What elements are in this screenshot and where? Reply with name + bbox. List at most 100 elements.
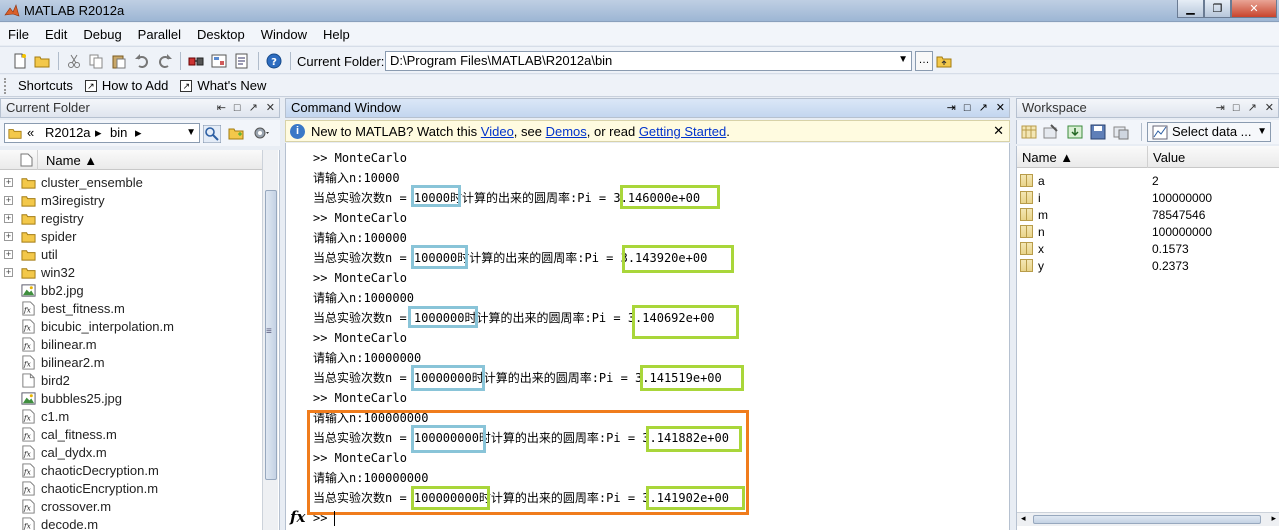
close-panel-icon[interactable]: ✕ <box>1265 99 1274 117</box>
open-variable-icon[interactable] <box>1043 124 1059 140</box>
scroll-right-icon[interactable]: ▸ <box>1271 513 1276 524</box>
restore-button[interactable]: ❐ <box>1204 0 1231 18</box>
getting-started-link[interactable]: Getting Started <box>639 124 726 139</box>
new-folder-icon[interactable] <box>228 125 244 141</box>
undock-icon[interactable]: ⇤ <box>217 99 226 117</box>
breadcrumb-bin[interactable]: bin <box>110 125 127 140</box>
cut-icon[interactable] <box>66 53 82 69</box>
folder-list-item[interactable]: + m3iregistry <box>0 192 262 210</box>
folder-list-item[interactable]: bb2.jpg <box>0 282 262 300</box>
undo-icon[interactable] <box>134 53 150 69</box>
breadcrumb-r2012a[interactable]: R2012a <box>45 125 91 140</box>
chevron-down-icon[interactable]: ▼ <box>186 127 196 138</box>
folder-list-item[interactable]: + util <box>0 246 262 264</box>
paste-icon[interactable] <box>111 53 127 69</box>
function-browser-icon[interactable]: fx <box>290 508 305 526</box>
folder-list-item[interactable]: fx decode.m <box>0 516 262 530</box>
shortcut-whats-new[interactable]: ↗ What's New <box>180 78 266 93</box>
select-data-dropdown[interactable]: Select data ... ▼ <box>1147 122 1271 142</box>
folder-list-item[interactable]: bubbles25.jpg <box>0 390 262 408</box>
folder-list-item[interactable]: fx best_fitness.m <box>0 300 262 318</box>
workspace-variable-row[interactable]: m 78547546 <box>1017 206 1279 223</box>
maximize-icon[interactable]: □ <box>964 99 971 117</box>
menu-desktop[interactable]: Desktop <box>189 27 253 42</box>
column-value-header[interactable]: Value <box>1153 150 1185 165</box>
folder-list-item[interactable]: fx bilinear.m <box>0 336 262 354</box>
open-folder-icon[interactable] <box>34 53 50 69</box>
toolbar-grip[interactable] <box>4 77 10 94</box>
column-name-header[interactable]: Name ▲ <box>1022 150 1073 165</box>
close-panel-icon[interactable]: ✕ <box>996 99 1005 117</box>
scroll-left-icon[interactable]: ◂ <box>1021 513 1026 524</box>
minimize-button[interactable]: ▁ <box>1177 0 1204 18</box>
workspace-hscrollbar[interactable]: ◂ ▸ <box>1017 512 1279 526</box>
menu-window[interactable]: Window <box>253 27 315 42</box>
folder-list-item[interactable]: + registry <box>0 210 262 228</box>
current-folder-path-input[interactable]: D:\Program Files\MATLAB\R2012a\bin ▼ <box>385 51 912 71</box>
demos-link[interactable]: Demos <box>546 124 587 139</box>
folder-list-item[interactable]: bird2 <box>0 372 262 390</box>
column-name-header[interactable]: Name ▲ <box>46 153 97 168</box>
menu-file[interactable]: File <box>0 27 37 42</box>
folder-list-item[interactable]: fx c1.m <box>0 408 262 426</box>
up-folder-icon[interactable] <box>936 53 952 69</box>
guide-icon[interactable] <box>211 53 227 69</box>
profiler-icon[interactable] <box>234 53 250 69</box>
expand-icon[interactable]: + <box>4 232 13 241</box>
delete-variable-icon[interactable] <box>1113 124 1129 140</box>
chevron-down-icon[interactable]: ▼ <box>898 54 908 65</box>
folder-list-scrollbar[interactable]: ≡ <box>262 150 278 530</box>
simulink-icon[interactable] <box>188 53 204 69</box>
workspace-scroll-thumb[interactable] <box>1033 515 1261 524</box>
expand-icon[interactable]: + <box>4 214 13 223</box>
menu-parallel[interactable]: Parallel <box>130 27 189 42</box>
undock-icon[interactable]: ⇥ <box>1216 99 1225 117</box>
undock-icon[interactable]: ⇥ <box>947 99 956 117</box>
folder-list-item[interactable]: fx bilinear2.m <box>0 354 262 372</box>
browse-folder-button[interactable]: … <box>915 51 933 71</box>
close-banner-icon[interactable]: ✕ <box>993 123 1004 139</box>
expand-icon[interactable]: + <box>4 178 13 187</box>
maximize-icon[interactable]: □ <box>234 99 241 117</box>
workspace-variable-row[interactable]: x 0.1573 <box>1017 240 1279 257</box>
menu-help[interactable]: Help <box>315 27 358 42</box>
folder-list-item[interactable]: + spider <box>0 228 262 246</box>
close-window-button[interactable]: ✕ <box>1231 0 1277 18</box>
copy-icon[interactable] <box>88 53 104 69</box>
folder-list-item[interactable]: fx crossover.m <box>0 498 262 516</box>
expand-icon[interactable]: + <box>4 268 13 277</box>
folder-list-item[interactable]: fx cal_fitness.m <box>0 426 262 444</box>
folder-list-item[interactable]: fx cal_dydx.m <box>0 444 262 462</box>
expand-icon[interactable]: + <box>4 196 13 205</box>
workspace-variable-row[interactable]: a2 <box>1017 172 1279 189</box>
new-variable-icon[interactable] <box>1021 124 1037 140</box>
workspace-variable-row[interactable]: y 0.2373 <box>1017 257 1279 274</box>
save-workspace-icon[interactable] <box>1090 124 1106 140</box>
workspace-variable-row[interactable]: n 100000000 <box>1017 223 1279 240</box>
expand-icon[interactable]: + <box>4 250 13 259</box>
shortcut-how-to-add[interactable]: ↗ How to Add <box>84 78 168 93</box>
import-data-icon[interactable] <box>1067 124 1083 140</box>
breadcrumb-back[interactable]: « <box>27 125 34 140</box>
new-file-icon[interactable] <box>12 53 28 69</box>
folder-breadcrumb[interactable]: « R2012a ▸ bin ▸ ▼ <box>4 123 200 143</box>
menu-edit[interactable]: Edit <box>37 27 75 42</box>
help-icon[interactable]: ? <box>266 53 282 69</box>
workspace-variable-row[interactable]: i 100000000 <box>1017 189 1279 206</box>
folder-list-item[interactable]: fx chaoticDecryption.m <box>0 462 262 480</box>
menu-debug[interactable]: Debug <box>75 27 129 42</box>
folder-list-item[interactable]: + win32 <box>0 264 262 282</box>
maximize-icon[interactable]: □ <box>1233 99 1240 117</box>
dock-arrow-icon[interactable]: ↗ <box>979 99 988 117</box>
folder-list-item[interactable]: fx bicubic_interpolation.m <box>0 318 262 336</box>
search-icon[interactable] <box>203 125 221 143</box>
redo-icon[interactable] <box>157 53 173 69</box>
close-panel-icon[interactable]: ✕ <box>266 99 275 117</box>
dock-arrow-icon[interactable]: ↗ <box>1248 99 1257 117</box>
video-link[interactable]: Video <box>481 124 514 139</box>
gear-icon[interactable] <box>252 124 270 142</box>
command-window-output[interactable]: >> MonteCarlo 请输入n:10000 当总实验次数n = 10000时计… <box>285 143 1010 530</box>
dock-arrow-icon[interactable]: ↗ <box>249 99 258 117</box>
folder-list-item[interactable]: + cluster_ensemble <box>0 174 262 192</box>
folder-list-item[interactable]: fx chaoticEncryption.m <box>0 480 262 498</box>
